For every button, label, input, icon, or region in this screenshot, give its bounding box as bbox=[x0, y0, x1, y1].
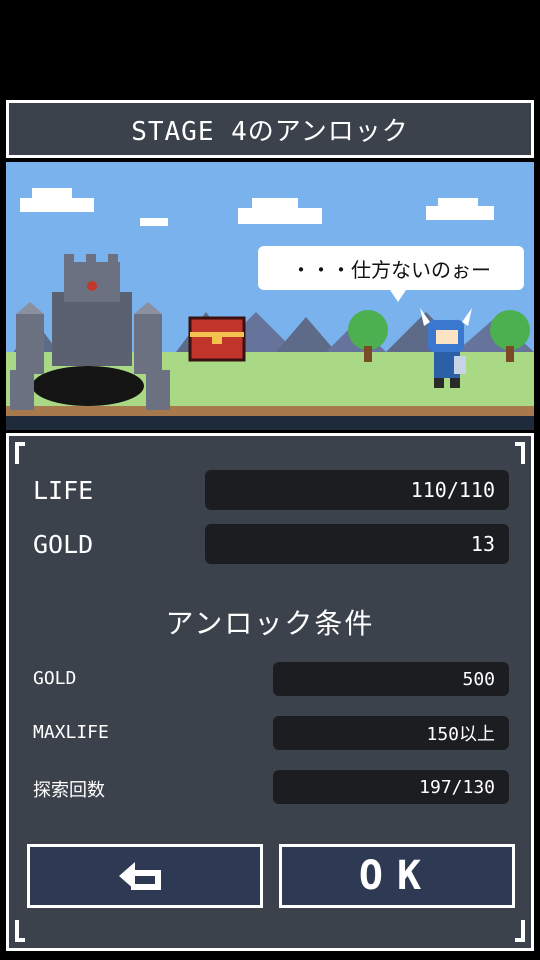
speech-text: ・・・仕方ないのぉー bbox=[291, 257, 491, 282]
life-label: LIFE bbox=[33, 476, 94, 505]
corner-bracket bbox=[15, 442, 25, 464]
back-arrow-icon bbox=[119, 862, 161, 890]
life-value: 110/110 bbox=[205, 470, 509, 510]
condition-value: 197/130 bbox=[273, 770, 509, 804]
corner-bracket bbox=[515, 442, 525, 464]
corner-bracket bbox=[515, 920, 525, 942]
treasure-chest-icon bbox=[188, 316, 246, 362]
condition-label: GOLD bbox=[33, 668, 77, 689]
ok-button[interactable]: OK bbox=[279, 844, 515, 908]
condition-value: 150以上 bbox=[273, 716, 509, 750]
corner-bracket bbox=[15, 920, 25, 942]
ok-label: OK bbox=[358, 853, 436, 899]
unlock-conditions-title: アンロック条件 bbox=[165, 607, 375, 640]
condition-value: 500 bbox=[273, 662, 509, 696]
gold-label: GOLD bbox=[33, 530, 94, 559]
back-button[interactable] bbox=[27, 844, 263, 908]
scene-illustration bbox=[6, 162, 534, 430]
unlock-panel: LIFE 110/110 GOLD 13 アンロック条件 GOLD 500 MA… bbox=[6, 433, 534, 951]
gold-value: 13 bbox=[205, 524, 509, 564]
stage-title: STAGE 4のアンロック bbox=[131, 116, 409, 147]
speech-bubble: ・・・仕方ないのぉー bbox=[258, 246, 524, 302]
stage-scene: ・・・仕方ないのぉー bbox=[6, 162, 534, 430]
stage-title-bar: STAGE 4のアンロック bbox=[6, 100, 534, 158]
condition-label: 探索回数 bbox=[33, 780, 105, 801]
condition-label: MAXLIFE bbox=[33, 722, 109, 743]
